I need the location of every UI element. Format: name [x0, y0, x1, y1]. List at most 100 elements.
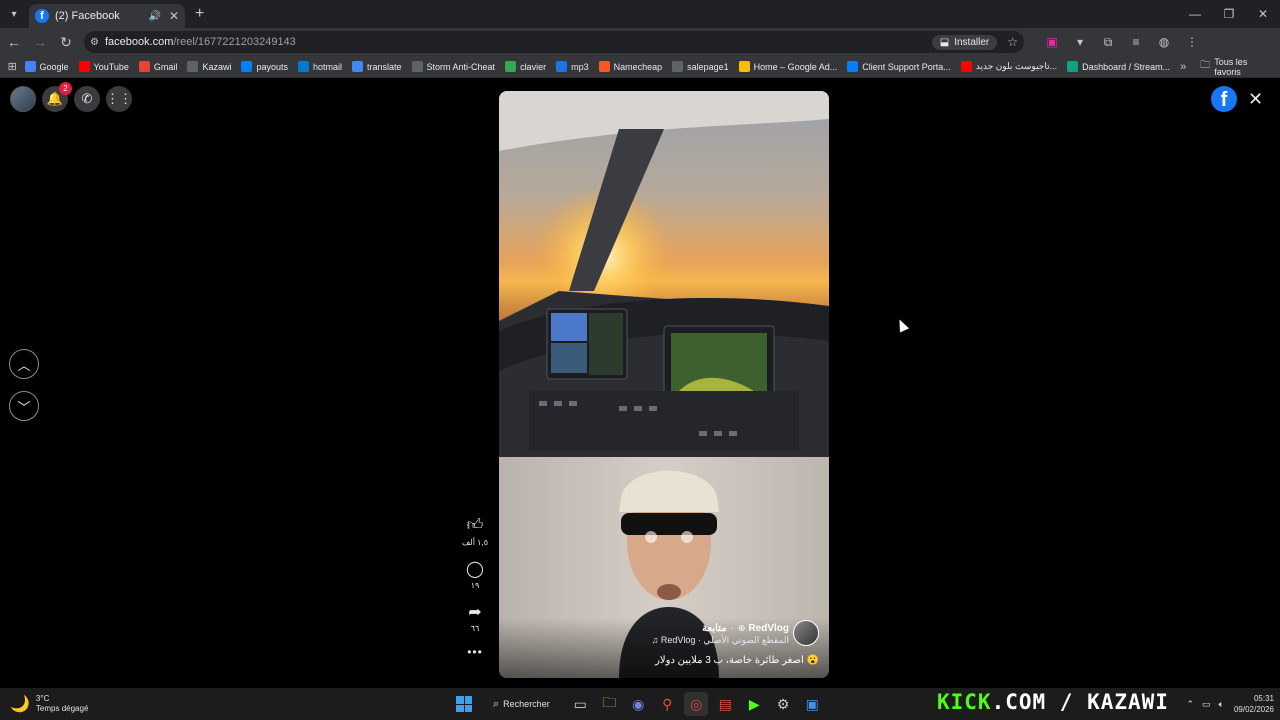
reel-caption: اصغر طائرة خاصة، ب 3 ملايين دولار 😮: [655, 655, 819, 666]
media-control-icon[interactable]: ≡: [1122, 35, 1150, 49]
extension-dropdown-icon[interactable]: ▾: [1066, 35, 1094, 49]
bookmark-favicon-icon: [505, 61, 517, 72]
start-button[interactable]: [453, 693, 475, 715]
like-count: ١,٥ ألف: [462, 538, 488, 547]
file-explorer-icon[interactable]: 🗀: [597, 692, 621, 716]
bookmark-item[interactable]: Storm Anti-Cheat: [411, 61, 496, 72]
close-window-button[interactable]: ✕: [1246, 7, 1280, 21]
account-avatar[interactable]: [10, 86, 36, 112]
bookmark-favicon-icon: [847, 61, 859, 72]
taskbar-search[interactable]: ⌕ Rechercher: [485, 692, 558, 716]
notification-badge: 2: [59, 82, 72, 95]
clock[interactable]: 05:31 09/02/2026: [1234, 693, 1274, 715]
share-button[interactable]: ➦ ٦٦: [468, 602, 481, 633]
bookmark-item[interactable]: hotmail: [297, 61, 342, 72]
author-name[interactable]: RedVlog: [748, 623, 789, 634]
bookmark-item[interactable]: تاجيوست بلون جديد...: [960, 61, 1058, 72]
address-bar[interactable]: ⚙ facebook.com/reel/1677221203249143 ⬓ I…: [84, 31, 1024, 53]
bookmark-item[interactable]: salepage1: [672, 61, 729, 72]
facebook-favicon-icon: f: [35, 9, 49, 23]
minimize-button[interactable]: —: [1178, 7, 1212, 21]
bookmark-item[interactable]: mp3: [556, 61, 589, 72]
bookmark-label: تاجيوست بلون جديد...: [975, 61, 1058, 71]
bookmark-item[interactable]: Dashboard / Stream...: [1067, 61, 1170, 72]
extensions-puzzle-icon[interactable]: ⧉: [1094, 35, 1122, 50]
bookmark-item[interactable]: YouTube: [78, 61, 129, 72]
folder-icon: 🗀: [1200, 60, 1211, 71]
toolbar: ← → ↻ ⚙ facebook.com/reel/16772212032491…: [0, 28, 1280, 56]
bookmark-favicon-icon: [138, 61, 150, 72]
remote-app-icon[interactable]: ▣: [800, 692, 824, 716]
show-hidden-icons[interactable]: ⌃: [1186, 699, 1194, 710]
globe-icon: ⊕: [737, 623, 746, 633]
volume-icon[interactable]: 🔈︎: [1219, 699, 1224, 710]
messenger-button[interactable]: ✆: [74, 86, 100, 112]
apps-grid-icon[interactable]: ⊞: [0, 60, 25, 73]
weather-widget[interactable]: 🌙 3°C Temps dégagé: [10, 694, 88, 714]
bookmark-favicon-icon: [738, 61, 750, 72]
next-reel-button[interactable]: ﹀: [9, 391, 39, 421]
network-icon[interactable]: ▭: [1202, 699, 1211, 710]
tab-facebook[interactable]: f (2) Facebook 🔊 ✕: [29, 4, 185, 28]
tab-close-icon[interactable]: ✕: [169, 9, 179, 23]
install-app-button[interactable]: ⬓ Installer: [931, 34, 998, 50]
game-app-icon[interactable]: ⚙: [771, 692, 795, 716]
bookmark-favicon-icon: [672, 61, 684, 72]
author-row: متابعة · ⊕ RedVlog: [702, 623, 789, 634]
app-icon[interactable]: ⚲: [655, 692, 679, 716]
bookmark-label: Kazawi: [202, 61, 232, 72]
extension-icon[interactable]: ▣: [1038, 35, 1066, 49]
bookmark-item[interactable]: Client Support Porta...: [847, 61, 951, 72]
author-avatar[interactable]: [793, 620, 819, 646]
bookmark-item[interactable]: Gmail: [138, 61, 177, 72]
facebook-logo-icon[interactable]: f: [1211, 86, 1237, 112]
bookmark-favicon-icon: [187, 61, 199, 72]
stream-app-icon[interactable]: ▤: [713, 692, 737, 716]
like-button[interactable]: 👍︎ ١,٥ ألف: [462, 516, 488, 547]
new-tab-button[interactable]: +: [195, 5, 204, 23]
bookmark-item[interactable]: Namecheap: [598, 61, 662, 72]
bookmark-item[interactable]: Home – Google Ad...: [738, 61, 837, 72]
menu-button[interactable]: ⋮⋮: [106, 86, 132, 112]
bookmark-item[interactable]: Kazawi: [187, 61, 231, 72]
search-label: Rechercher: [503, 699, 550, 709]
cockpit-illustration: [499, 91, 829, 457]
bookmark-label: Client Support Porta...: [862, 61, 951, 72]
speaker-icon[interactable]: 🔊: [148, 11, 160, 22]
audio-label: RedVlog · المقطع الصوتي الأصلي: [660, 635, 789, 645]
mouse-cursor: [894, 317, 910, 333]
all-bookmarks-folder[interactable]: 🗀 Tous les favoris: [1200, 57, 1272, 77]
back-button[interactable]: ←: [2, 34, 26, 50]
bookmark-item[interactable]: payouts: [241, 61, 288, 72]
profile-avatar-icon[interactable]: ◍: [1150, 35, 1178, 49]
restore-button[interactable]: ❐: [1212, 7, 1246, 21]
bookmark-favicon-icon: [960, 61, 972, 72]
audio-track[interactable]: ♫ RedVlog · المقطع الصوتي الأصلي: [652, 635, 789, 646]
close-reel-icon[interactable]: ✕: [1248, 89, 1263, 110]
play-app-icon[interactable]: ▶: [742, 692, 766, 716]
clock-date: 09/02/2026: [1233, 705, 1274, 714]
discord-icon[interactable]: ◉: [626, 692, 650, 716]
bookmark-item[interactable]: clavier: [505, 61, 546, 72]
bookmark-star-icon[interactable]: ☆: [1007, 35, 1018, 49]
reel-video[interactable]: متابعة · ⊕ RedVlog ♫ RedVlog · المقطع ال…: [499, 91, 829, 678]
task-view-icon[interactable]: ▭: [568, 692, 592, 716]
bookmarks-overflow-icon[interactable]: »: [1180, 61, 1186, 73]
forward-button[interactable]: →: [28, 34, 52, 50]
chrome-menu-icon[interactable]: ⋮: [1178, 35, 1206, 49]
notifications-button[interactable]: 🔔 2: [42, 82, 72, 112]
bookmark-item[interactable]: Google: [24, 61, 69, 72]
tab-search-menu-button[interactable]: ▾: [3, 3, 25, 25]
more-options-button[interactable]: •••: [467, 645, 483, 659]
reload-button[interactable]: ↻: [54, 34, 78, 51]
bookmark-label: hotmail: [312, 61, 342, 72]
comment-button[interactable]: ◯ ١٩: [466, 559, 484, 590]
more-dots-icon: •••: [467, 645, 483, 659]
bookmark-item[interactable]: translate: [352, 61, 402, 72]
chrome-icon[interactable]: ◎: [684, 692, 709, 716]
follow-button[interactable]: متابعة: [702, 623, 726, 634]
previous-reel-button[interactable]: ︿: [9, 349, 39, 379]
site-info-icon[interactable]: ⚙: [90, 37, 99, 48]
url-path: /reel/1677221203249143: [173, 36, 296, 48]
bookmark-label: Storm Anti-Cheat: [426, 61, 496, 72]
